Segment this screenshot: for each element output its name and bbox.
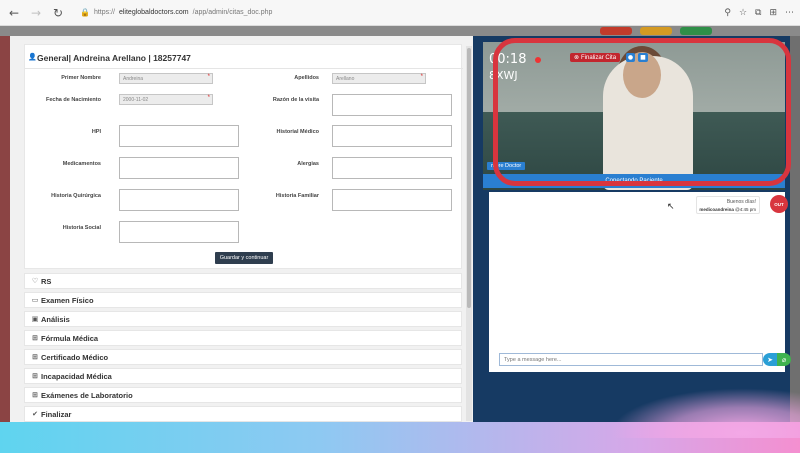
label-historia-familiar: Historia Familiar bbox=[275, 193, 319, 199]
label-historia-quirurgica: Historia Quirúrgica bbox=[51, 193, 101, 199]
accordion-label: Fórmula Médica bbox=[41, 333, 99, 343]
accordion-label: Análisis bbox=[41, 314, 70, 324]
plus-square-icon: ⊞ bbox=[32, 391, 38, 399]
message-text: Buenos días! bbox=[726, 199, 756, 205]
accordion-rs[interactable]: ♡ RS bbox=[24, 273, 462, 289]
browser-toolbar: ← → ↻ 🔒 https://eliteglobaldoctors.com/a… bbox=[0, 0, 800, 26]
label-medicamentos: Medicamentos bbox=[62, 161, 101, 167]
decorative-wave bbox=[610, 388, 800, 438]
url-path: /app/admin/citas_doc.php bbox=[192, 9, 273, 16]
required-marker: * bbox=[207, 74, 210, 80]
accordion-label: Incapacidad Médica bbox=[41, 371, 112, 381]
message-sender: medicoandreina bbox=[699, 207, 734, 212]
user-icon: 👤 bbox=[28, 53, 37, 61]
historia-social-input[interactable] bbox=[119, 221, 239, 243]
chat-message-input[interactable] bbox=[499, 353, 763, 366]
chat-message: Buenos días! medicoandreina @4:45 pm bbox=[696, 196, 760, 214]
primer-nombre-input[interactable]: Andreina * bbox=[119, 73, 213, 84]
razon-visita-input[interactable] bbox=[332, 94, 452, 116]
header-pill bbox=[680, 27, 712, 35]
scrollbar-thumb[interactable] bbox=[467, 48, 471, 308]
medicamentos-input[interactable] bbox=[119, 157, 239, 179]
accordion-examen-fisico[interactable]: ▭ Examen Físico bbox=[24, 292, 462, 308]
forward-icon[interactable]: → bbox=[28, 5, 44, 21]
consultation-modal: 👤 General| Andreina Arellano | 18257747 … bbox=[10, 36, 791, 428]
header-pill bbox=[640, 27, 672, 35]
accordion-formula-medica[interactable]: ⊞ Fórmula Médica bbox=[24, 330, 462, 346]
chat-panel: ↖ Buenos días! medicoandreina @4:45 pm O… bbox=[489, 192, 791, 372]
mouse-cursor-icon: ↖ bbox=[667, 202, 675, 212]
favorite-icon[interactable]: ☆ bbox=[739, 8, 747, 18]
label-apellidos: Apellidos bbox=[294, 75, 319, 81]
plus-square-icon: ⊞ bbox=[32, 372, 38, 380]
extensions-icon[interactable]: ⧉ bbox=[755, 8, 761, 18]
flask-icon: ▣ bbox=[31, 315, 39, 323]
hpi-input[interactable] bbox=[119, 125, 239, 147]
label-historia-social: Historia Social bbox=[62, 225, 101, 231]
plus-square-icon: ⊞ bbox=[32, 334, 38, 342]
primer-nombre-value: Andreina bbox=[123, 76, 144, 82]
collections-icon[interactable]: ⊞ bbox=[769, 8, 777, 18]
historial-medico-input[interactable] bbox=[332, 125, 452, 147]
accordion-label: Exámenes de Laboratorio bbox=[41, 390, 133, 400]
historia-quirurgica-input[interactable] bbox=[119, 189, 239, 211]
label-fecha-nacimiento: Fecha de Nacimiento bbox=[45, 97, 101, 103]
header-pill bbox=[600, 27, 632, 35]
url-host: eliteglobaldoctors.com bbox=[118, 9, 189, 16]
lock-icon: 🔒 bbox=[80, 8, 90, 17]
label-hpi: HPI bbox=[91, 129, 101, 135]
accordion-certificado-medico[interactable]: ⊞ Certificado Médico bbox=[24, 349, 462, 365]
video-chat-panel: 00:18 8XWJ ⊗ Finalizar Cita ● ■ mbre Doct… bbox=[473, 36, 791, 428]
page-sidebar-background bbox=[0, 36, 10, 426]
reload-icon[interactable]: ↻ bbox=[50, 5, 66, 21]
check-icon: ✔ bbox=[32, 410, 38, 418]
label-alergias: Alergias bbox=[297, 161, 319, 167]
fecha-nacimiento-input[interactable]: 2000-11-02 * bbox=[119, 94, 213, 105]
accordion-label: Certificado Médico bbox=[41, 352, 109, 362]
label-primer-nombre: Primer Nombre bbox=[61, 75, 101, 81]
accordion-incapacidad-medica[interactable]: ⊞ Incapacidad Médica bbox=[24, 368, 462, 384]
alergias-input[interactable] bbox=[332, 157, 452, 179]
accordion-finalizar[interactable]: ✔ Finalizar bbox=[24, 406, 462, 422]
save-continue-button[interactable]: Guardar y continuar bbox=[215, 252, 273, 264]
address-bar[interactable]: 🔒 https://eliteglobaldoctors.com/app/adm… bbox=[80, 6, 272, 20]
stethoscope-icon: ♡ bbox=[31, 277, 39, 285]
send-icon[interactable]: ➤ bbox=[763, 353, 777, 366]
divider bbox=[25, 68, 463, 69]
historia-familiar-input[interactable] bbox=[332, 189, 452, 211]
message-time: @4:45 pm bbox=[735, 207, 756, 212]
fecha-nacimiento-value: 2000-11-02 bbox=[123, 97, 149, 103]
id-card-icon: ▭ bbox=[31, 296, 39, 304]
required-marker: * bbox=[420, 74, 423, 80]
accordion-label: RS bbox=[41, 276, 52, 286]
label-razon-visita: Razón de la visita bbox=[272, 97, 319, 103]
label-historial-medico: Historial Médico bbox=[276, 129, 319, 135]
apellidos-input[interactable]: Arellano * bbox=[332, 73, 426, 84]
accordion-label: Examen Físico bbox=[41, 295, 94, 305]
message-meta: medicoandreina @4:45 pm bbox=[699, 207, 756, 212]
more-icon[interactable]: ⋯ bbox=[785, 8, 794, 18]
avatar: OUT bbox=[770, 195, 788, 213]
back-icon[interactable]: ← bbox=[6, 5, 22, 21]
zoom-icon[interactable]: ⚲ bbox=[724, 8, 731, 18]
required-marker: * bbox=[207, 95, 210, 101]
video-highlight-frame bbox=[493, 38, 791, 186]
apellidos-value: Arellano bbox=[336, 76, 355, 82]
accordion-analisis[interactable]: ▣ Análisis bbox=[24, 311, 462, 327]
plus-square-icon: ⊞ bbox=[32, 353, 38, 361]
general-form: 👤 General| Andreina Arellano | 18257747 … bbox=[24, 44, 463, 269]
accordion-label: Finalizar bbox=[41, 409, 72, 419]
accordion-examenes-laboratorio[interactable]: ⊞ Exámenes de Laboratorio bbox=[24, 387, 462, 403]
attach-icon[interactable]: ⌀ bbox=[777, 353, 791, 366]
patient-panel: 👤 General| Andreina Arellano | 18257747 … bbox=[10, 36, 473, 428]
url-scheme: https:// bbox=[93, 9, 115, 16]
form-title: General| Andreina Arellano | 18257747 bbox=[37, 53, 191, 63]
